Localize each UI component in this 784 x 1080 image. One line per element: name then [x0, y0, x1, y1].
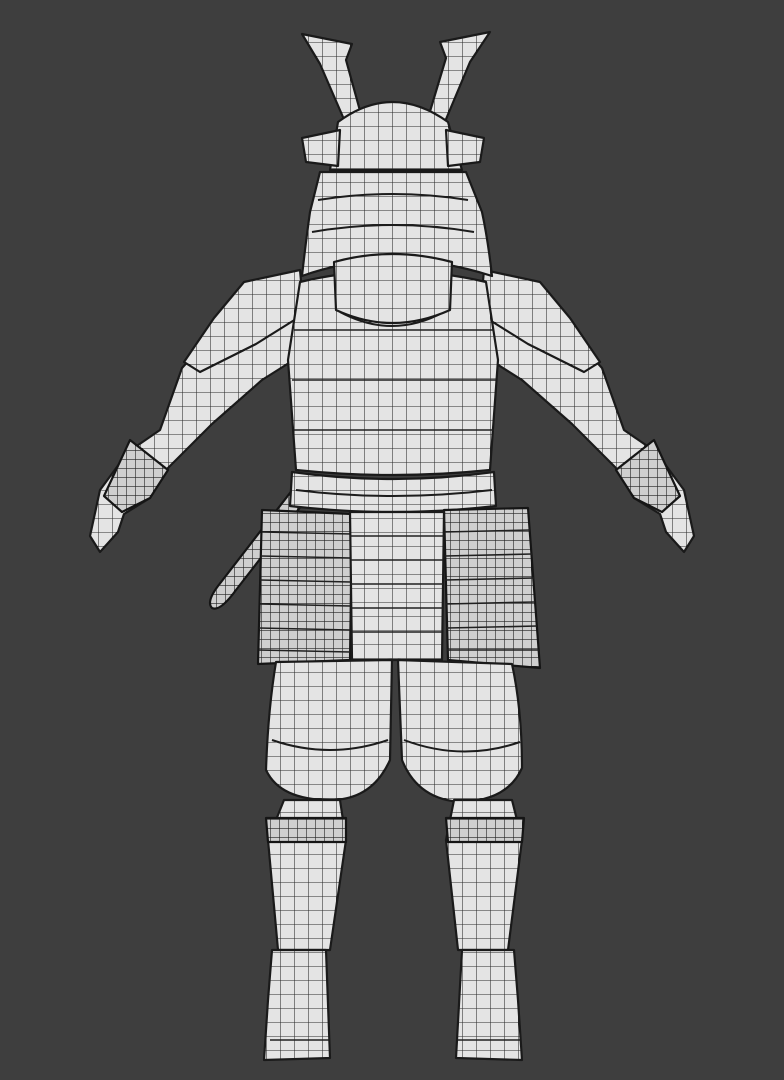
samurai-wireframe-model[interactable]: [0, 0, 784, 1080]
3d-viewport[interactable]: [0, 0, 784, 1080]
